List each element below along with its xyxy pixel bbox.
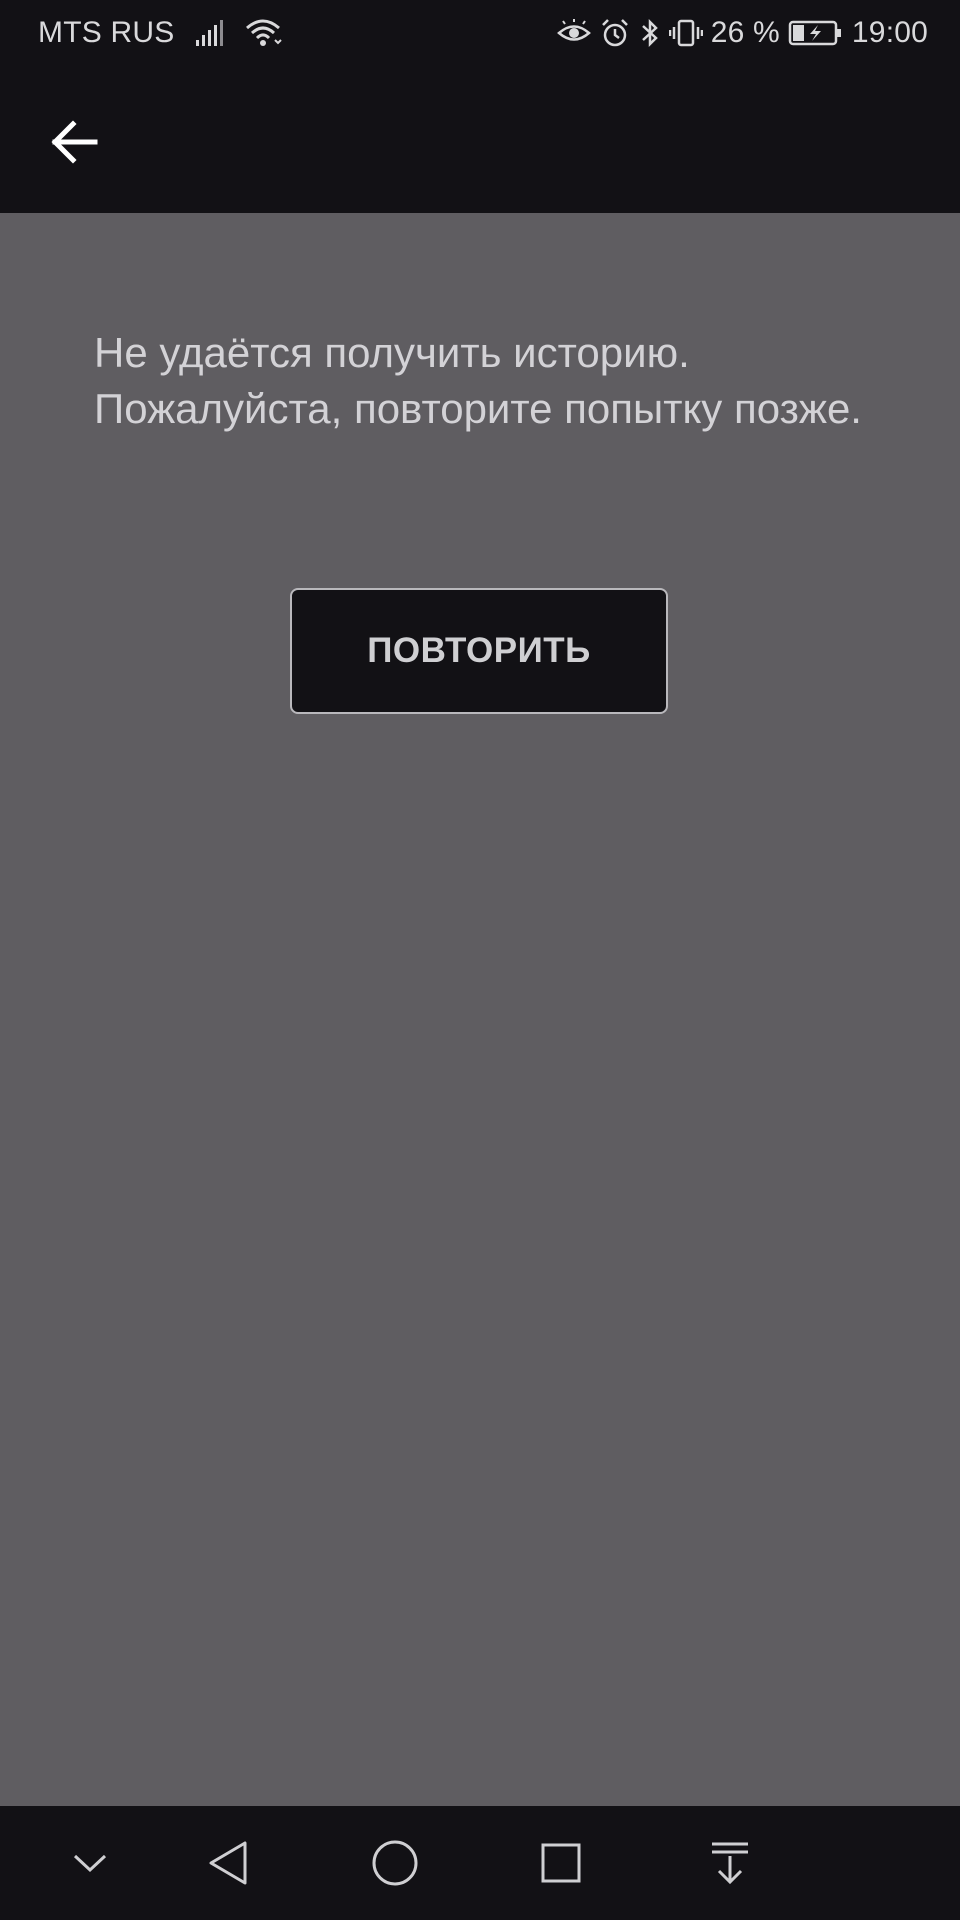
navigation-bar xyxy=(0,1806,960,1920)
nav-notifications-button[interactable] xyxy=(695,1828,765,1898)
carrier-name: MTS RUS xyxy=(38,16,175,49)
back-button[interactable] xyxy=(40,108,108,176)
status-bar: MTS RUS 26 % 19:00 xyxy=(0,0,960,66)
alarm-icon xyxy=(599,17,631,49)
main-content: Не удаётся получить историю. Пожалуйста,… xyxy=(0,213,960,1806)
signal-icon xyxy=(194,18,224,48)
back-triangle-icon xyxy=(209,1841,247,1885)
chevron-down-icon xyxy=(73,1854,107,1873)
bluetooth-icon xyxy=(639,18,661,48)
status-right: 26 % 19:00 xyxy=(556,14,928,52)
home-circle-icon xyxy=(372,1840,418,1886)
clock-time: 19:00 xyxy=(851,16,928,49)
error-message: Не удаётся получить историю. Пожалуйста,… xyxy=(94,329,862,432)
app-bar xyxy=(0,66,960,213)
screen: MTS RUS 26 % 19:00 Не удаётся получить и… xyxy=(0,0,960,1920)
wifi-icon xyxy=(244,18,283,48)
nav-back-button[interactable] xyxy=(193,1828,263,1898)
nav-hide-button[interactable] xyxy=(55,1828,125,1898)
notification-pull-icon xyxy=(712,1842,748,1885)
vibrate-icon xyxy=(668,18,703,48)
battery-percent: 26 % xyxy=(710,16,780,49)
arrow-back-icon xyxy=(51,120,98,164)
status-left: MTS RUS xyxy=(38,14,283,52)
recents-square-icon xyxy=(541,1843,581,1883)
nav-recents-button[interactable] xyxy=(526,1828,596,1898)
battery-charging-icon xyxy=(788,18,844,48)
retry-button[interactable]: ПОВТОРИТЬ xyxy=(290,588,668,714)
nav-home-button[interactable] xyxy=(360,1828,430,1898)
eye-icon xyxy=(556,18,591,48)
